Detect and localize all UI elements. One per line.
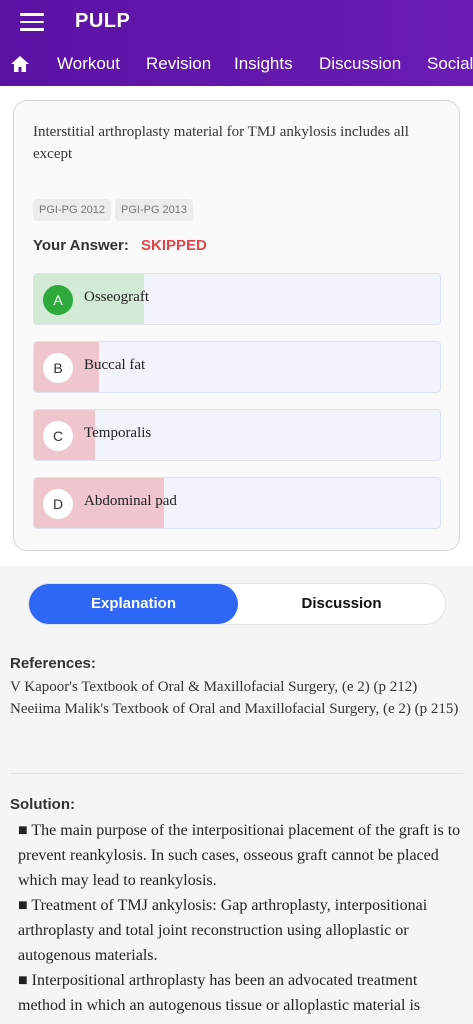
app-title: PULP bbox=[75, 10, 131, 32]
option-letter: D bbox=[43, 489, 73, 519]
solution-point: ■ The main purpose of the interpositiona… bbox=[18, 822, 461, 889]
explanation-tab[interactable]: Explanation bbox=[29, 584, 238, 624]
question-card: Interstitial arthroplasty material for T… bbox=[13, 100, 460, 551]
tab-insights[interactable]: Insights bbox=[234, 54, 293, 74]
option-c[interactable]: C Temporalis bbox=[33, 409, 441, 461]
option-letter: B bbox=[43, 353, 73, 383]
discussion-tab[interactable]: Discussion bbox=[238, 584, 445, 624]
home-icon[interactable] bbox=[10, 54, 30, 74]
option-d[interactable]: D Abdominal pad bbox=[33, 477, 441, 529]
tab-workout[interactable]: Workout bbox=[57, 54, 120, 74]
menu-icon[interactable] bbox=[20, 13, 44, 33]
option-a[interactable]: A Osseograft bbox=[33, 273, 441, 325]
reference-item: V Kapoor's Textbook of Oral & Maxillofac… bbox=[10, 679, 418, 695]
exam-tag: PGI-PG 2013 bbox=[115, 199, 194, 221]
option-text: Buccal fat bbox=[84, 357, 146, 373]
tab-social[interactable]: Social bbox=[427, 54, 473, 74]
option-text: Temporalis bbox=[84, 425, 152, 441]
app-header: PULP Workout Revision Insights Discussio… bbox=[0, 0, 473, 86]
question-text: Interstitial arthroplasty material for T… bbox=[33, 124, 409, 162]
option-letter: C bbox=[43, 421, 73, 451]
solution-title: Solution: bbox=[10, 796, 75, 813]
tab-discussion[interactable]: Discussion bbox=[319, 54, 401, 74]
your-answer-label: Your Answer: bbox=[33, 237, 129, 254]
solution-point: ■ Interpositional arthroplasty has been … bbox=[18, 972, 421, 1014]
solution-point: ■ Treatment of TMJ ankylosis: Gap arthro… bbox=[18, 897, 428, 964]
option-b[interactable]: B Buccal fat bbox=[33, 341, 441, 393]
option-letter: A bbox=[43, 285, 73, 315]
solution-text: ■ The main purpose of the interpositiona… bbox=[18, 818, 463, 1018]
option-text: Abdominal pad bbox=[84, 493, 177, 509]
answer-status: SKIPPED bbox=[141, 237, 207, 254]
option-text: Osseograft bbox=[84, 289, 149, 305]
exam-tag: PGI-PG 2012 bbox=[33, 199, 112, 221]
reference-item: Neeiima Malik's Textbook of Oral and Max… bbox=[10, 701, 459, 717]
divider bbox=[10, 773, 463, 774]
view-toggle: Explanation Discussion bbox=[28, 583, 446, 625]
references-title: References: bbox=[10, 655, 96, 672]
nav-bar: Workout Revision Insights Discussion Soc… bbox=[0, 44, 473, 86]
tab-revision[interactable]: Revision bbox=[146, 54, 211, 74]
